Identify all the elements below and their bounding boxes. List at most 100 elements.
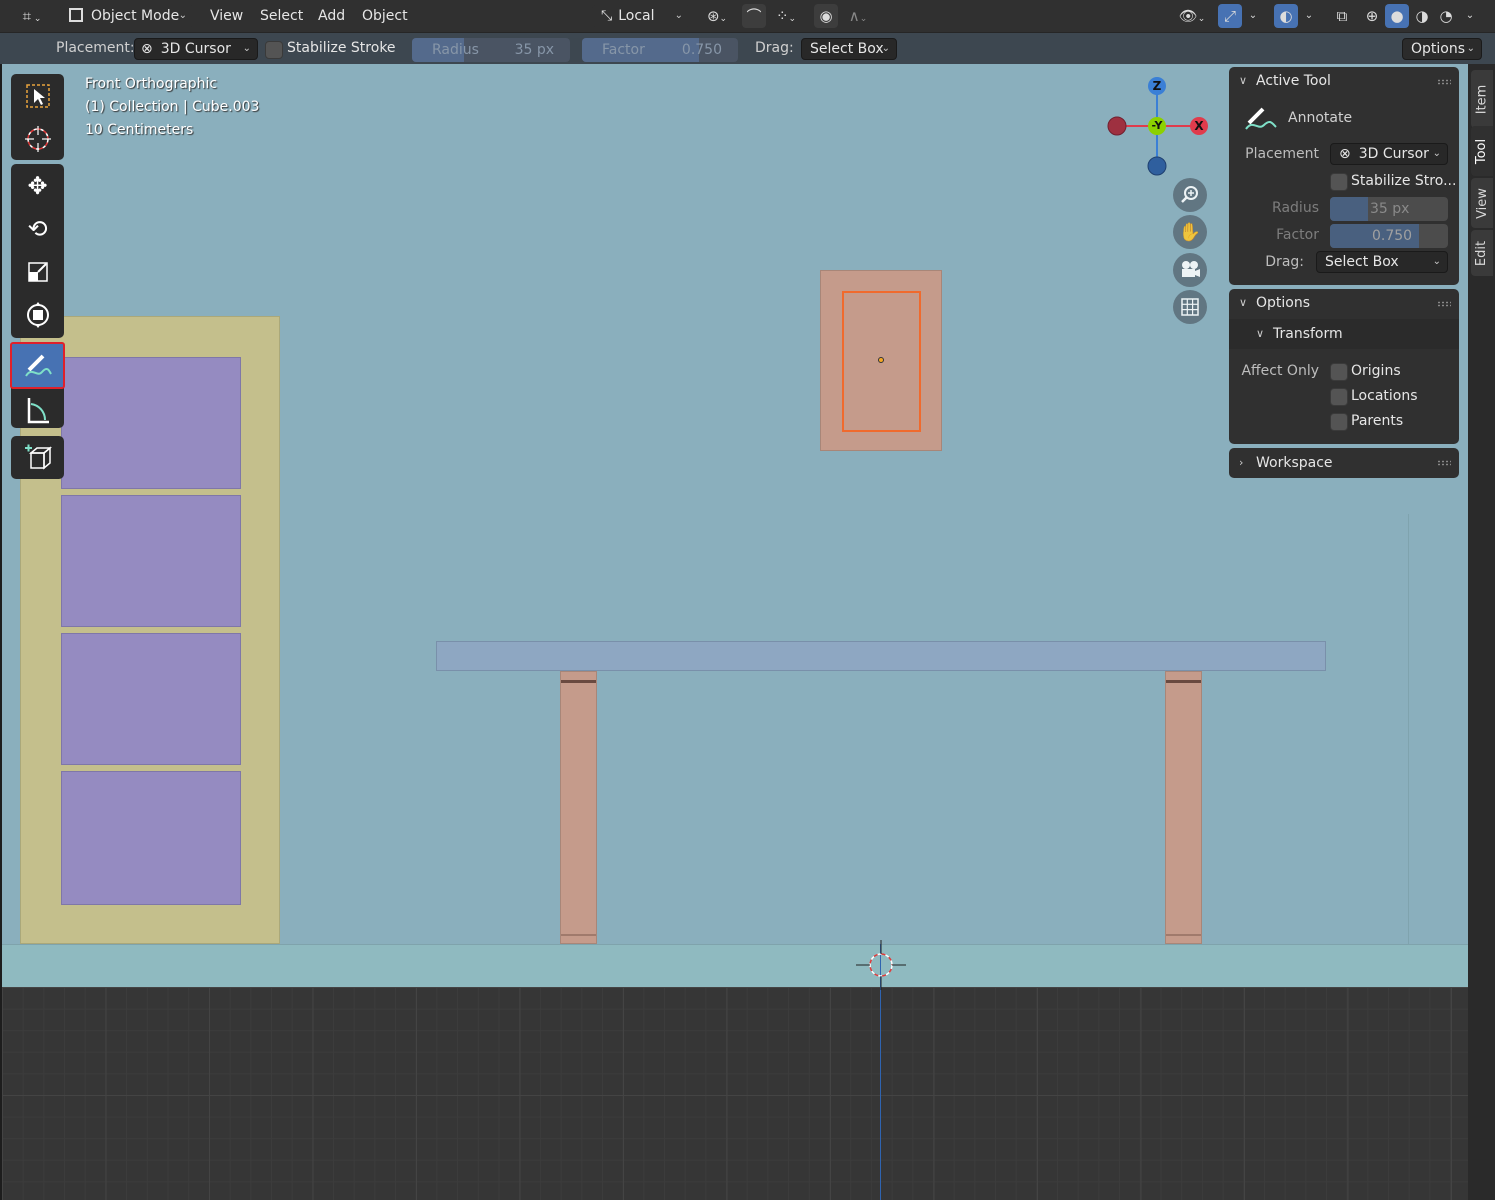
workspace-title: Workspace: [1256, 455, 1333, 471]
mode-dropdown[interactable]: Object Mode ⌄: [60, 5, 194, 27]
transform-tool[interactable]: [11, 293, 64, 336]
tab-item[interactable]: Item: [1471, 70, 1493, 128]
add-cube-icon: [24, 444, 52, 470]
perspective-grid-icon[interactable]: [1173, 290, 1207, 324]
select-box-tool[interactable]: [11, 74, 64, 117]
drag-value: Select Box: [1325, 254, 1399, 270]
object-mode-icon: [69, 8, 83, 22]
placement-label: Placement:: [56, 40, 135, 56]
3d-cursor-icon[interactable]: [856, 940, 906, 990]
radius-label: Radius: [432, 42, 479, 58]
panel-grip-icon[interactable]: [1437, 301, 1451, 307]
visibility-icon[interactable]: 👁⌄: [1172, 4, 1212, 28]
camera-view-icon[interactable]: [1173, 253, 1207, 287]
shelf-panel: [61, 495, 241, 627]
options-label: Options: [1411, 41, 1466, 57]
rotate-tool[interactable]: ⟲: [11, 207, 64, 250]
orientation-label: Local: [618, 8, 655, 24]
workspace-panel[interactable]: › Workspace: [1229, 448, 1459, 478]
material-shading-icon[interactable]: ◑: [1410, 4, 1434, 28]
factor-slider[interactable]: Factor 0.750: [582, 38, 738, 62]
overlays-menu-chevron-icon[interactable]: ⌄: [1299, 4, 1319, 28]
gizmo-y-axis[interactable]: -Y: [1148, 117, 1166, 135]
xray-toggle-icon[interactable]: ⧉: [1330, 4, 1354, 28]
panel-grip-icon[interactable]: [1437, 79, 1451, 85]
viewport-header: ⌗ ⌄ Object Mode ⌄ View Select Add Object…: [0, 0, 1495, 32]
rotate-icon: ⟲: [27, 214, 48, 243]
chevron-down-icon: ∨: [1256, 327, 1265, 340]
collection-info: (1) Collection | Cube.003: [85, 99, 260, 115]
transform-orientation-dropdown[interactable]: ⤡ Local ⌄: [592, 5, 690, 27]
panel-grip-icon[interactable]: [1437, 460, 1451, 466]
menu-object[interactable]: Object: [362, 4, 408, 28]
stabilize-stroke-checkbox[interactable]: [1330, 173, 1348, 191]
transform-subpanel-header[interactable]: ∨ Transform: [1229, 319, 1459, 349]
scale-tool[interactable]: [11, 250, 64, 293]
chevron-down-icon: ⌄: [1466, 43, 1475, 54]
shading-menu-chevron-icon[interactable]: ⌄: [1460, 4, 1480, 28]
zoom-icon[interactable]: [1173, 178, 1207, 212]
sidebar-factor-slider[interactable]: 0.750: [1330, 224, 1448, 248]
menu-add[interactable]: Add: [318, 4, 345, 28]
origins-checkbox[interactable]: [1330, 363, 1348, 381]
parents-checkbox[interactable]: [1330, 413, 1348, 431]
proportional-edit-icon[interactable]: ◉: [814, 4, 838, 28]
move-tool[interactable]: ✥: [11, 164, 64, 207]
pivot-point-icon[interactable]: ⊛⌄: [700, 4, 734, 28]
navigation-gizmo[interactable]: Z -Y X: [1106, 74, 1208, 178]
table-leg-left[interactable]: [560, 671, 597, 944]
stabilize-stroke-checkbox[interactable]: [265, 41, 283, 59]
radius-value: 35 px: [1370, 201, 1410, 217]
placement-dropdown[interactable]: ⊗ 3D Cursor ⌄: [134, 38, 258, 60]
overlays-toggle-icon[interactable]: ◐: [1274, 4, 1298, 28]
solid-shading-icon[interactable]: ●: [1385, 4, 1409, 28]
leg-band: [1166, 680, 1201, 683]
toolbar-group-add: [11, 436, 64, 479]
annotate-tool[interactable]: [10, 342, 65, 389]
add-cube-tool[interactable]: [11, 436, 64, 479]
tab-view[interactable]: View: [1471, 178, 1493, 228]
floor-grid: [2, 987, 1468, 1200]
options-title[interactable]: Options: [1229, 289, 1459, 317]
table-leg-right[interactable]: [1165, 671, 1202, 944]
menu-view[interactable]: View: [210, 4, 243, 28]
table-top-object[interactable]: [436, 641, 1326, 671]
pan-hand-icon[interactable]: ✋: [1173, 215, 1207, 249]
placement-value: 3D Cursor: [160, 41, 231, 57]
gizmo-x-axis[interactable]: X: [1190, 117, 1208, 135]
tab-tool[interactable]: Tool: [1471, 126, 1493, 176]
editor-type-icon[interactable]: ⌗ ⌄: [14, 4, 50, 28]
measure-tool[interactable]: [11, 388, 64, 431]
wall-edge-line: [1408, 514, 1409, 944]
tab-edit[interactable]: Edit: [1471, 230, 1493, 276]
sidebar-placement-dropdown[interactable]: ⊗ 3D Cursor ⌄: [1330, 143, 1448, 165]
gizmo-z-axis[interactable]: Z: [1148, 77, 1166, 95]
gizmo-toggle-icon[interactable]: ⤢: [1218, 4, 1242, 28]
rendered-shading-icon[interactable]: ◔: [1434, 4, 1458, 28]
scale-info: 10 Centimeters: [85, 122, 194, 138]
locations-checkbox[interactable]: [1330, 388, 1348, 406]
shelf-panel: [61, 633, 241, 765]
falloff-icon[interactable]: ∧⌄: [840, 4, 876, 28]
radius-value: 35 px: [514, 42, 554, 58]
drag-dropdown[interactable]: Select Box ⌄: [801, 38, 897, 60]
chevron-down-icon: ⌄: [178, 10, 187, 21]
chevron-down-icon: ⌄: [242, 43, 251, 54]
gizmo-menu-chevron-icon[interactable]: ⌄: [1243, 4, 1263, 28]
picture-frame-object[interactable]: [820, 270, 942, 451]
tool-settings-header: Placement: ⊗ 3D Cursor ⌄ Stabilize Stroke…: [0, 32, 1495, 64]
tab-item-label: Item: [1474, 84, 1490, 114]
radius-slider[interactable]: Radius 35 px: [412, 38, 570, 62]
active-tool-title[interactable]: Active Tool: [1229, 67, 1459, 95]
shelf-panel: [61, 771, 241, 905]
wireframe-shading-icon[interactable]: ⊕: [1360, 4, 1384, 28]
sidebar-drag-dropdown[interactable]: Select Box ⌄: [1316, 251, 1448, 273]
sidebar-radius-slider[interactable]: 35 px: [1330, 197, 1448, 221]
mode-label: Object Mode: [91, 8, 180, 24]
tab-view-label: View: [1474, 187, 1490, 219]
snap-toggle-icon[interactable]: ⌒: [742, 4, 766, 28]
snap-target-icon[interactable]: ⁘⌄: [768, 4, 804, 28]
options-dropdown[interactable]: Options ⌄: [1402, 38, 1482, 60]
menu-select[interactable]: Select: [260, 4, 303, 28]
cursor-tool[interactable]: [11, 117, 64, 160]
